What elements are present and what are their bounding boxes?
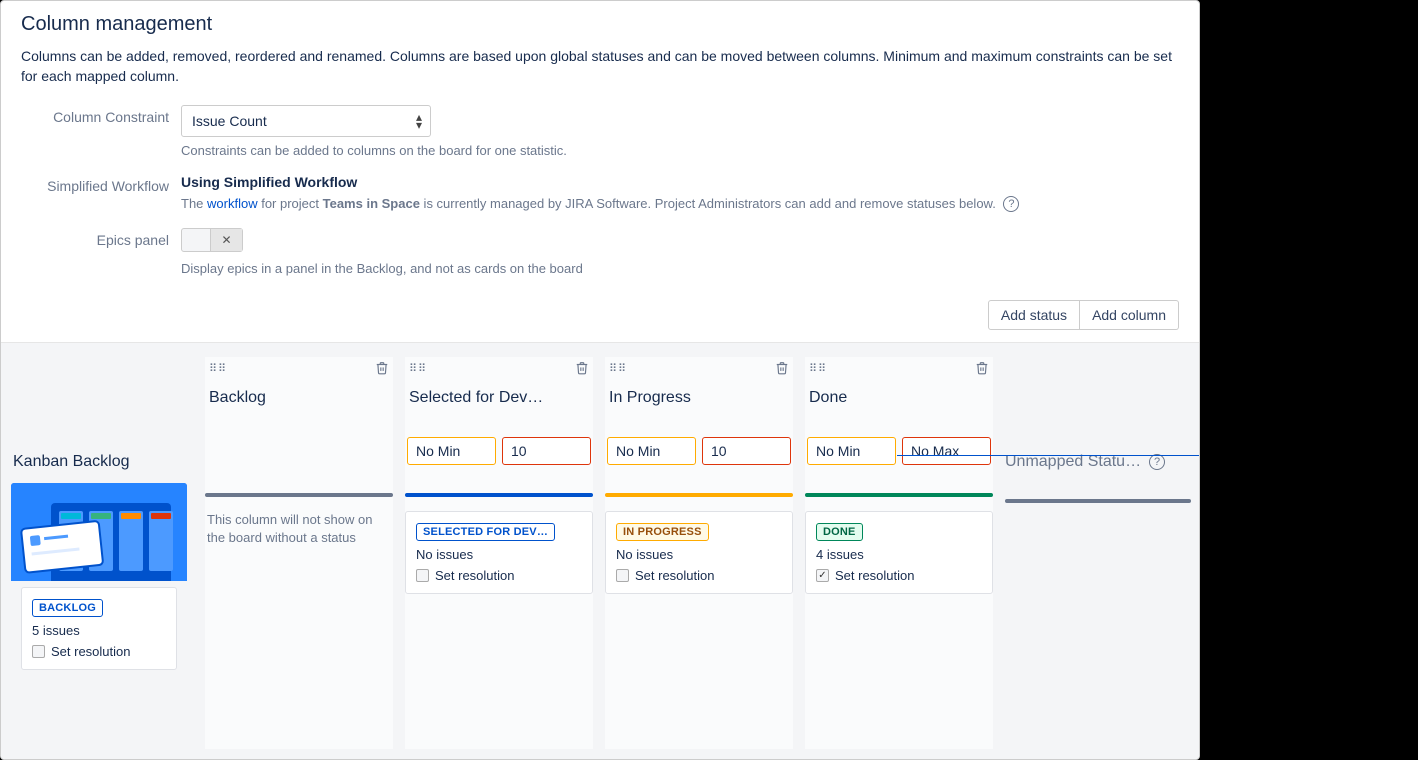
column-constraints: No Min No Max (805, 437, 993, 465)
page-description: Columns can be added, removed, reordered… (21, 46, 1179, 87)
column-color-bar (405, 493, 593, 497)
status-lozenge: SELECTED FOR DEV… (416, 523, 555, 541)
epics-panel-toggle[interactable]: ✕ (181, 228, 243, 252)
column-top-bar: ⠿⠿ (405, 357, 593, 379)
help-icon[interactable]: ? (1149, 454, 1165, 470)
unmapped-title: Unmapped Statu… ? (1005, 453, 1191, 471)
max-constraint-input[interactable]: 10 (502, 437, 591, 465)
column-constraint-select[interactable]: Issue Count ▴▾ (181, 105, 431, 137)
simplified-workflow-row: Simplified Workflow Using Simplified Wor… (21, 174, 1179, 213)
min-constraint-input[interactable]: No Min (807, 437, 896, 465)
status-issue-count: 4 issues (816, 547, 982, 562)
column-title[interactable]: In Progress (609, 389, 789, 407)
checkbox-icon (616, 569, 629, 582)
status-set-resolution[interactable]: Set resolution (816, 568, 982, 583)
max-constraint-input[interactable]: 10 (702, 437, 791, 465)
backlog-status-card[interactable]: BACKLOG 5 issues Set resolution (21, 587, 177, 670)
board-column: ⠿⠿ Selected for Dev… No Min 10 SELECTED … (405, 357, 593, 749)
column-top-bar: ⠿⠿ (205, 357, 393, 379)
column-constraint-value: Issue Count (192, 113, 267, 129)
simplified-workflow-label: Simplified Workflow (21, 174, 181, 194)
drag-handle-icon[interactable]: ⠿⠿ (809, 362, 827, 375)
help-icon[interactable]: ? (1003, 196, 1019, 212)
column-color-bar (605, 493, 793, 497)
column-top-bar: ⠿⠿ (805, 357, 993, 379)
board-column: ⠿⠿ Backlog This column will not show on … (205, 357, 393, 749)
status-lozenge: IN PROGRESS (616, 523, 709, 541)
trash-icon[interactable] (375, 361, 389, 375)
min-constraint-input[interactable]: No Min (607, 437, 696, 465)
column-management-panel: Column management Columns can be added, … (0, 0, 1200, 760)
board-area: Kanban Backlog (1, 342, 1199, 759)
checkbox-icon (32, 645, 45, 658)
column-constraint-hint: Constraints can be added to columns on t… (181, 143, 1179, 158)
action-bar: Add status Add column (1, 300, 1199, 342)
column-color-bar (205, 493, 393, 497)
add-status-button[interactable]: Add status (988, 300, 1080, 330)
drag-handle-icon[interactable]: ⠿⠿ (609, 362, 627, 375)
page-title: Column management (21, 13, 1179, 36)
status-issue-count: No issues (416, 547, 582, 562)
backlog-issue-count: 5 issues (32, 623, 166, 638)
column-title[interactable]: Selected for Dev… (409, 389, 589, 407)
status-card[interactable]: SELECTED FOR DEV… No issues Set resoluti… (405, 511, 593, 594)
checkbox-icon (416, 569, 429, 582)
column-title[interactable]: Done (809, 389, 989, 407)
max-constraint-input[interactable]: No Max (902, 437, 991, 465)
unmapped-statuses-column: Unmapped Statu… ? (1005, 357, 1191, 749)
board-column: ⠿⠿ In Progress No Min 10 IN PROGRESS No … (605, 357, 793, 749)
trash-icon[interactable] (575, 361, 589, 375)
panel-header: Column management Columns can be added, … (1, 1, 1199, 300)
close-icon: ✕ (210, 229, 242, 251)
status-card[interactable]: DONE 4 issues Set resolution (805, 511, 993, 594)
column-constraint-label: Column Constraint (21, 105, 181, 125)
status-set-resolution[interactable]: Set resolution (616, 568, 782, 583)
column-constraint-row: Column Constraint Issue Count ▴▾ Constra… (21, 105, 1179, 158)
trash-icon[interactable] (775, 361, 789, 375)
simplified-workflow-hint: The workflow for project Teams in Space … (181, 196, 1179, 213)
column-note: This column will not show on the board w… (205, 511, 393, 546)
status-set-resolution[interactable]: Set resolution (416, 568, 582, 583)
column-title[interactable]: Backlog (209, 389, 389, 407)
board-column: ⠿⠿ Done No Min No Max DONE 4 issues Set … (805, 357, 993, 749)
drag-handle-icon[interactable]: ⠿⠿ (209, 362, 227, 375)
status-lozenge: DONE (816, 523, 863, 541)
status-issue-count: No issues (616, 547, 782, 562)
trash-icon[interactable] (975, 361, 989, 375)
column-color-bar (805, 493, 993, 497)
epics-panel-hint: Display epics in a panel in the Backlog,… (181, 261, 1179, 276)
backlog-set-resolution[interactable]: Set resolution (32, 644, 166, 659)
epics-panel-label: Epics panel (21, 228, 181, 248)
column-top-bar: ⠿⠿ (605, 357, 793, 379)
kanban-backlog-title: Kanban Backlog (13, 453, 187, 471)
drag-handle-icon[interactable]: ⠿⠿ (409, 362, 427, 375)
unmapped-color-bar (1005, 499, 1191, 503)
add-column-button[interactable]: Add column (1080, 300, 1179, 330)
kanban-backlog-sidebar: Kanban Backlog (1, 343, 197, 759)
column-constraints: No Min 10 (405, 437, 593, 465)
column-constraints: No Min 10 (605, 437, 793, 465)
kanban-illustration (11, 483, 187, 581)
min-constraint-input[interactable]: No Min (407, 437, 496, 465)
status-card[interactable]: IN PROGRESS No issues Set resolution (605, 511, 793, 594)
workflow-link[interactable]: workflow (207, 196, 258, 211)
checkbox-icon (816, 569, 829, 582)
backlog-status-lozenge: BACKLOG (32, 599, 103, 617)
chevron-updown-icon: ▴▾ (416, 113, 422, 129)
columns-container: ⠿⠿ Backlog This column will not show on … (197, 343, 1199, 759)
simplified-workflow-value: Using Simplified Workflow (181, 174, 1179, 190)
epics-panel-row: Epics panel ✕ Display epics in a panel i… (21, 228, 1179, 276)
